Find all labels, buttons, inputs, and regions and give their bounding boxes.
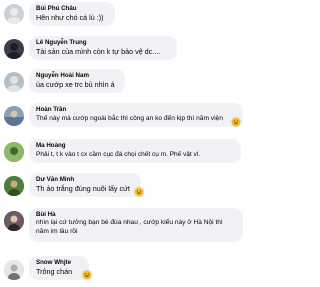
comment-bubble: Lê Nguyễn Trung Tài sản của mình còn k t… bbox=[29, 36, 177, 60]
comment-bubble: Bùi Hà nhìn lại cứ tưởng bạn bè đùa nhau… bbox=[29, 208, 243, 242]
comment-text: Hên như chó cá lù :)) bbox=[36, 13, 104, 22]
avatar[interactable] bbox=[4, 106, 24, 126]
comment-bubble: Dư Văn Minh Th ảo trắng đúng nuôi lấy cứ… bbox=[29, 173, 141, 197]
comment-text: Th ảo trắng đúng nuôi lấy cứt bbox=[36, 184, 130, 193]
comment-item: Snow Whjte Trông chán bbox=[0, 256, 250, 280]
haha-icon[interactable] bbox=[231, 117, 241, 127]
comment-text: Tài sản của mình còn k tự bảo vệ dc.... bbox=[36, 47, 161, 56]
avatar[interactable] bbox=[4, 260, 24, 280]
avatar[interactable] bbox=[4, 72, 24, 92]
comment-bubble: Nguyễn Hoài Nam ủa cướp xe trc bủ nhìn á bbox=[29, 69, 125, 93]
comment-item: Bùi Phú Châu Hên như chó cá lù :)) bbox=[0, 2, 250, 26]
comment-item: Nguyễn Hoài Nam ủa cướp xe trc bủ nhìn á bbox=[0, 69, 250, 93]
comment-text: nhìn lại cứ tưởng bạn bè đùa nhau , cướp… bbox=[36, 219, 223, 235]
commenter-name[interactable]: Bùi Hà bbox=[36, 211, 236, 219]
comment-text: Thế này mà cướp ngoài bắc thì công an ko… bbox=[36, 115, 223, 122]
commenter-name[interactable]: Hoàn Trần bbox=[36, 106, 236, 114]
comment-thread: Bùi Phú Châu Hên như chó cá lù :)) Lê Ng… bbox=[0, 0, 250, 287]
comment-bubble: Bùi Phú Châu Hên như chó cá lù :)) bbox=[29, 2, 115, 26]
comment-item: Dư Văn Minh Th ảo trắng đúng nuôi lấy cứ… bbox=[0, 173, 250, 197]
avatar[interactable] bbox=[4, 4, 24, 24]
comment-text: ủa cướp xe trc bủ nhìn á bbox=[36, 80, 115, 89]
avatar[interactable] bbox=[4, 176, 24, 196]
commenter-name[interactable]: Ma Hoàng bbox=[36, 142, 234, 150]
comment-item: Lê Nguyễn Trung Tài sản của mình còn k t… bbox=[0, 36, 250, 60]
commenter-name[interactable]: Bùi Phú Châu bbox=[36, 5, 108, 13]
avatar[interactable] bbox=[4, 211, 24, 231]
avatar[interactable] bbox=[4, 39, 24, 59]
commenter-name[interactable]: Lê Nguyễn Trung bbox=[36, 39, 170, 47]
avatar[interactable] bbox=[4, 142, 24, 162]
comment-item: Ma Hoàng Phải t, t k vào t cx cầm cục đá… bbox=[0, 139, 250, 163]
commenter-name[interactable]: Nguyễn Hoài Nam bbox=[36, 72, 118, 80]
comment-text: Trông chán bbox=[36, 267, 73, 276]
haha-icon[interactable] bbox=[134, 187, 144, 197]
comment-bubble: Snow Whjte Trông chán bbox=[29, 256, 89, 280]
haha-icon[interactable] bbox=[82, 270, 92, 280]
commenter-name[interactable]: Dư Văn Minh bbox=[36, 176, 134, 184]
comment-item: Hoàn Trần Thế này mà cướp ngoài bắc thì … bbox=[0, 103, 250, 127]
commenter-name[interactable]: Snow Whjte bbox=[36, 259, 82, 267]
comment-bubble: Hoàn Trần Thế này mà cướp ngoài bắc thì … bbox=[29, 103, 243, 127]
comment-item: Bùi Hà nhìn lại cứ tưởng bạn bè đùa nhau… bbox=[0, 208, 250, 242]
comment-text: Phải t, t k vào t cx cầm cục đá chọi chế… bbox=[36, 151, 201, 158]
comment-bubble: Ma Hoàng Phải t, t k vào t cx cầm cục đá… bbox=[29, 139, 241, 163]
